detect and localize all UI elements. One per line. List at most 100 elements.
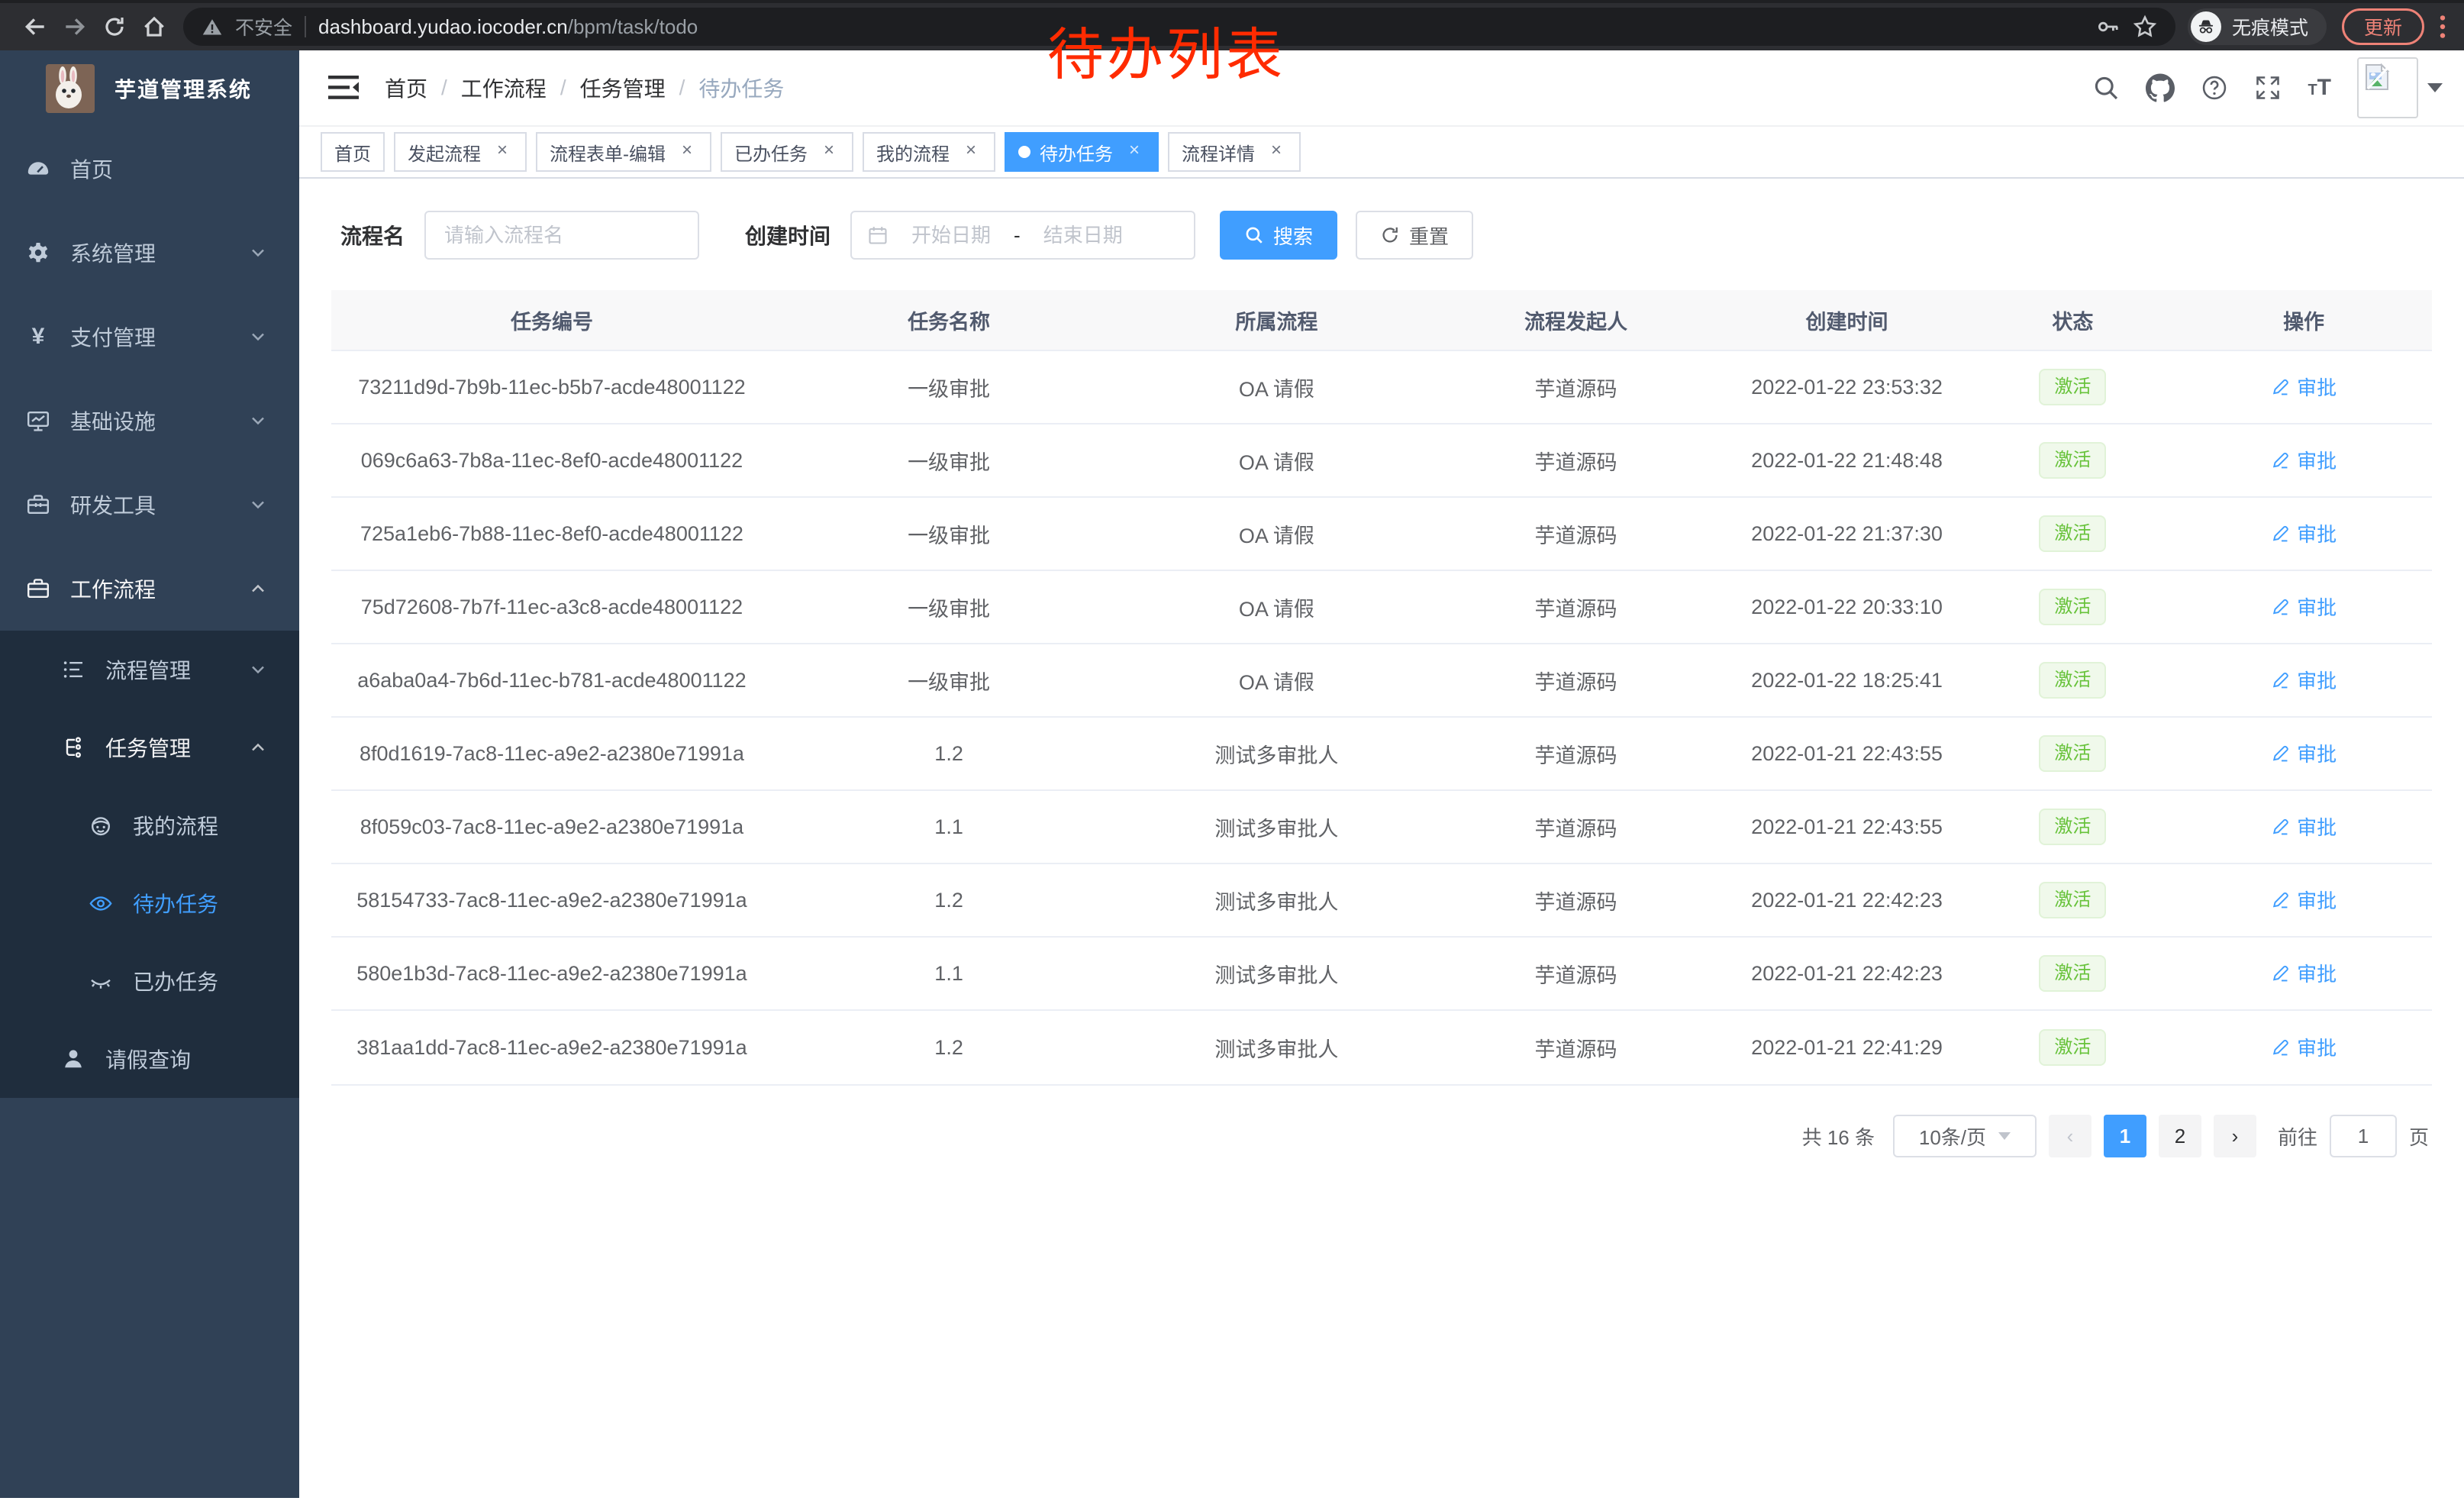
sidebar-item-payment[interactable]: ¥ 支付管理 — [0, 295, 299, 379]
tab-process-form-edit[interactable]: 流程表单-编辑× — [536, 132, 711, 172]
task-id: 725a1eb6-7b88-11ec-8ef0-acde48001122 — [331, 522, 772, 546]
app-navbar: 首页 / 工作流程 / 任务管理 / 待办任务 — [299, 50, 2464, 127]
browser-home-button[interactable] — [134, 7, 174, 47]
approve-button[interactable]: 审批 — [2271, 666, 2337, 694]
close-icon[interactable]: × — [1124, 141, 1145, 163]
search-icon — [2092, 74, 2120, 102]
status-cell: 激活 — [1970, 662, 2176, 699]
tab-done-tasks[interactable]: 已办任务× — [721, 132, 853, 172]
sidebar-item-my-process[interactable]: 我的流程 — [0, 786, 299, 864]
back-arrow-icon — [22, 14, 48, 40]
action-cell: 审批 — [2175, 519, 2432, 549]
sidebar-collapse-icon[interactable] — [328, 74, 359, 102]
search-button[interactable]: 搜索 — [1220, 211, 1337, 260]
user-menu[interactable] — [2357, 57, 2443, 118]
date-range-picker[interactable]: - — [850, 211, 1195, 260]
omnibox-divider — [305, 16, 306, 37]
header-search-button[interactable] — [2092, 74, 2120, 102]
approve-button[interactable]: 审批 — [2271, 812, 2337, 841]
next-page-button[interactable]: › — [2214, 1115, 2256, 1157]
browser-menu-button[interactable] — [2437, 11, 2449, 42]
font-size-button[interactable]: TT — [2308, 75, 2331, 101]
reset-button[interactable]: 重置 — [1356, 211, 1473, 260]
sidebar-item-system[interactable]: 系统管理 — [0, 211, 299, 295]
task-id: 73211d9d-7b9b-11ec-b5b7-acde48001122 — [331, 376, 772, 399]
sidebar-item-todo-tasks[interactable]: 待办任务 — [0, 864, 299, 942]
task-process: OA 请假 — [1125, 592, 1427, 622]
fullscreen-button[interactable] — [2254, 74, 2282, 102]
approve-button[interactable]: 审批 — [2271, 373, 2337, 401]
browser-update-button[interactable]: 更新 — [2342, 8, 2424, 45]
app-logo[interactable]: 芋道管理系统 — [0, 50, 299, 127]
tab-my-process[interactable]: 我的流程× — [863, 132, 995, 172]
address-bar[interactable]: 不安全 dashboard.yudao.iocoder.cn/bpm/task/… — [183, 8, 2175, 46]
approve-button[interactable]: 审批 — [2271, 1033, 2337, 1061]
approve-button[interactable]: 审批 — [2271, 739, 2337, 767]
sidebar-item-devtools[interactable]: 研发工具 — [0, 463, 299, 547]
page-size-select[interactable]: 10条/页 — [1893, 1115, 2037, 1157]
password-key-icon[interactable] — [2096, 15, 2121, 39]
close-icon[interactable]: × — [960, 141, 982, 163]
browser-forward-button[interactable] — [55, 7, 95, 47]
task-id: 75d72608-7b7f-11ec-a3c8-acde48001122 — [331, 596, 772, 619]
tab-home[interactable]: 首页 — [321, 132, 385, 172]
list-icon — [61, 657, 85, 682]
col-task-id: 任务编号 — [331, 305, 772, 335]
chevron-down-icon — [247, 494, 269, 515]
approve-button[interactable]: 审批 — [2271, 592, 2337, 621]
sidebar-item-workflow[interactable]: 工作流程 — [0, 547, 299, 631]
avatar[interactable] — [2357, 57, 2418, 118]
tab-start-process[interactable]: 发起流程× — [394, 132, 527, 172]
sidebar-item-done-tasks[interactable]: 已办任务 — [0, 942, 299, 1020]
process-name-label: 流程名 — [340, 220, 405, 250]
close-icon[interactable]: × — [818, 141, 840, 163]
start-date-input[interactable] — [895, 224, 1008, 247]
sidebar-item-home[interactable]: 首页 — [0, 127, 299, 211]
breadcrumb-workflow[interactable]: 工作流程 — [461, 73, 547, 103]
page-button-1[interactable]: 1 — [2104, 1115, 2146, 1157]
goto-page-input[interactable] — [2330, 1115, 2397, 1157]
sidebar-item-process-management[interactable]: 流程管理 — [0, 631, 299, 709]
tab-todo-tasks[interactable]: 待办任务× — [1005, 132, 1159, 172]
close-icon[interactable]: × — [1266, 141, 1287, 163]
dashboard-icon — [26, 157, 50, 181]
sidebar-item-infrastructure[interactable]: 基础设施 — [0, 379, 299, 463]
close-icon[interactable]: × — [676, 141, 698, 163]
end-date-input[interactable] — [1027, 224, 1140, 247]
breadcrumb-task-management[interactable]: 任务管理 — [580, 73, 666, 103]
help-button[interactable] — [2201, 74, 2228, 102]
process-name-input[interactable] — [424, 211, 699, 260]
edit-pen-icon — [2271, 523, 2291, 543]
browser-reload-button[interactable] — [95, 7, 134, 47]
prev-page-button[interactable]: ‹ — [2049, 1115, 2091, 1157]
breadcrumb-current: 待办任务 — [698, 73, 784, 103]
chevron-down-icon — [247, 410, 269, 431]
github-link[interactable] — [2146, 73, 2175, 102]
approve-button[interactable]: 审批 — [2271, 886, 2337, 914]
approve-button[interactable]: 审批 — [2271, 519, 2337, 547]
page-button-2[interactable]: 2 — [2159, 1115, 2201, 1157]
sidebar-item-task-management[interactable]: 任务管理 — [0, 709, 299, 786]
close-icon[interactable]: × — [492, 141, 513, 163]
task-id: 8f0d1619-7ac8-11ec-a9e2-a2380e71991a — [331, 742, 772, 766]
status-badge: 激活 — [2039, 955, 2106, 992]
date-range-separator: - — [1014, 224, 1021, 247]
approve-button[interactable]: 审批 — [2271, 959, 2337, 987]
task-starter: 芋道源码 — [1428, 446, 1724, 476]
breadcrumb-home[interactable]: 首页 — [385, 73, 427, 103]
table-row: 725a1eb6-7b88-11ec-8ef0-acde48001122 一级审… — [331, 498, 2432, 571]
task-name: 一级审批 — [772, 592, 1125, 622]
edit-pen-icon — [2271, 963, 2291, 983]
security-label[interactable]: 不安全 — [235, 13, 292, 40]
task-time: 2022-01-22 21:37:30 — [1724, 522, 1970, 546]
bookmark-star-icon[interactable] — [2133, 15, 2157, 39]
approve-button[interactable]: 审批 — [2271, 446, 2337, 474]
sidebar-item-leave-query[interactable]: 请假查询 — [0, 1020, 299, 1098]
warning-icon — [202, 16, 223, 37]
tab-process-detail[interactable]: 流程详情× — [1168, 132, 1301, 172]
action-cell: 审批 — [2175, 812, 2432, 842]
task-starter: 芋道源码 — [1428, 592, 1724, 622]
browser-back-button[interactable] — [15, 7, 55, 47]
sidebar-item-label: 待办任务 — [133, 888, 218, 918]
table-row: 381aa1dd-7ac8-11ec-a9e2-a2380e71991a 1.2… — [331, 1011, 2432, 1084]
